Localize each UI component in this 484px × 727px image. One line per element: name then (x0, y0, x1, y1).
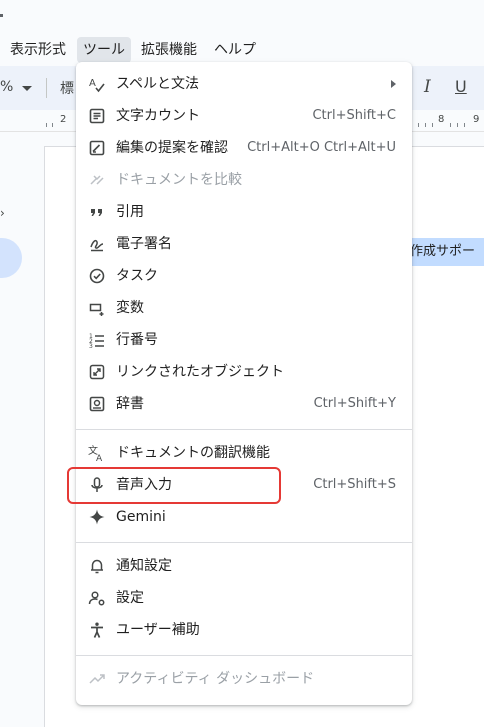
menu-item-label: スペルと文法 (116, 76, 200, 92)
word-count-icon (88, 107, 106, 125)
svg-text:A: A (89, 78, 96, 89)
quote-icon (88, 203, 106, 221)
menu-item-label: 文字カウント (116, 108, 200, 124)
task-icon (88, 267, 106, 285)
svg-text:A: A (96, 454, 103, 462)
submenu-arrow-icon (391, 80, 396, 88)
ruler-label: 9 (473, 114, 480, 125)
ruler-label: 2 (60, 114, 67, 125)
dictionary-icon (88, 395, 106, 413)
underline-button[interactable]: U (455, 77, 467, 96)
spellcheck-icon: A (88, 75, 106, 93)
zoom-dropdown-icon[interactable] (22, 86, 32, 91)
menu-item-compare-documents: ドキュメントを比較 (76, 164, 412, 196)
outline-arrow-icon[interactable]: › (0, 206, 5, 220)
italic-button[interactable]: I (424, 77, 431, 97)
linked-objects-icon (88, 363, 106, 381)
menu-item-spelling-grammar[interactable]: A スペルと文法 (76, 68, 412, 100)
writing-assist-chip[interactable]: 作成サポー (404, 238, 484, 266)
toolbar-divider (46, 78, 47, 98)
menu-item-citations[interactable]: 引用 (76, 196, 412, 228)
menu-item-tasks[interactable]: タスク (76, 260, 412, 292)
menu-item-label: 行番号 (116, 332, 158, 348)
menu-item-review-edits[interactable]: 編集の提案を確認 Ctrl+Alt+O Ctrl+Alt+U (76, 132, 412, 164)
menu-extensions[interactable]: 拡張機能 (135, 37, 203, 63)
menu-item-dictionary[interactable]: 辞書 Ctrl+Shift+Y (76, 388, 412, 420)
menu-item-shortcut: Ctrl+Alt+O Ctrl+Alt+U (247, 140, 396, 155)
menu-format[interactable]: 表示形式 (4, 37, 72, 63)
menu-item-translate-document[interactable]: 文A ドキュメントの翻訳機能 (76, 437, 412, 469)
tools-menu: A スペルと文法 文字カウント Ctrl+Shift+C 編集の提案を確認 Ct… (76, 62, 412, 705)
signature-icon (88, 235, 106, 253)
menu-item-activity-dashboard: アクティビティ ダッシュボード (76, 663, 412, 695)
ruler-tick (418, 123, 419, 127)
menu-item-label: リンクされたオブジェクト (116, 364, 284, 380)
title-bar-fragment (0, 14, 3, 17)
ruler-tick (450, 123, 451, 127)
menu-item-line-numbers[interactable]: 123 行番号 (76, 324, 412, 356)
menu-item-label: タスク (116, 268, 158, 284)
ruler-tick (46, 123, 47, 127)
ruler-label: 8 (438, 114, 445, 125)
menu-item-label: ドキュメントを比較 (116, 172, 242, 188)
ruler-tick (464, 123, 465, 127)
ruler-tick (52, 123, 53, 127)
menu-item-label: ユーザー補助 (116, 622, 200, 638)
menu-item-linked-objects[interactable]: リンクされたオブジェクト (76, 356, 412, 388)
menu-item-label: ドキュメントの翻訳機能 (116, 445, 270, 461)
svg-text:3: 3 (89, 343, 93, 349)
menu-item-gemini[interactable]: Gemini (76, 501, 412, 533)
menu-tools[interactable]: ツール (77, 37, 131, 63)
menu-item-label: 変数 (116, 300, 144, 316)
menu-item-variables[interactable]: 変数 (76, 292, 412, 324)
menu-item-label: アクティビティ ダッシュボード (116, 671, 315, 687)
compare-icon (88, 171, 106, 189)
menu-divider (76, 542, 412, 543)
accessibility-icon (88, 621, 106, 639)
line-numbers-icon: 123 (88, 331, 106, 349)
menu-item-label: Gemini (116, 509, 166, 525)
person-settings-icon (88, 589, 106, 607)
menu-item-label: 電子署名 (116, 236, 172, 252)
bell-icon (88, 557, 106, 575)
menu-item-preferences[interactable]: 設定 (76, 582, 412, 614)
translate-icon: 文A (88, 444, 106, 462)
menu-item-shortcut: Ctrl+Shift+Y (313, 396, 396, 411)
menu-item-label: 引用 (116, 204, 144, 220)
menu-item-word-count[interactable]: 文字カウント Ctrl+Shift+C (76, 100, 412, 132)
gemini-sparkle-icon (88, 508, 106, 526)
ruler-tick (457, 123, 458, 127)
menu-item-label: 辞書 (116, 396, 144, 412)
review-edits-icon (88, 139, 106, 157)
menu-item-shortcut: Ctrl+Shift+S (313, 477, 396, 492)
microphone-icon (88, 476, 106, 494)
menu-item-accessibility[interactable]: ユーザー補助 (76, 614, 412, 646)
menu-item-label: 音声入力 (116, 477, 172, 493)
menu-item-label: 通知設定 (116, 558, 172, 574)
variables-icon (88, 299, 106, 317)
menu-item-notification-settings[interactable]: 通知設定 (76, 550, 412, 582)
menu-item-voice-typing[interactable]: 音声入力 Ctrl+Shift+S (76, 469, 412, 501)
menu-divider (76, 429, 412, 430)
menu-item-esignature[interactable]: 電子署名 (76, 228, 412, 260)
ruler-tick (425, 123, 426, 127)
menu-divider (76, 655, 412, 656)
menu-item-label: 設定 (116, 590, 144, 606)
menu-item-shortcut: Ctrl+Shift+C (312, 108, 396, 123)
zoom-value[interactable]: % (0, 79, 13, 95)
activity-dashboard-icon (88, 670, 106, 688)
paragraph-style-select[interactable]: 標 (60, 78, 74, 98)
menu-item-label: 編集の提案を確認 (116, 140, 228, 156)
title-bar-stub (0, 0, 484, 34)
menu-help[interactable]: ヘルプ (208, 37, 262, 63)
ruler-tick (432, 123, 433, 127)
